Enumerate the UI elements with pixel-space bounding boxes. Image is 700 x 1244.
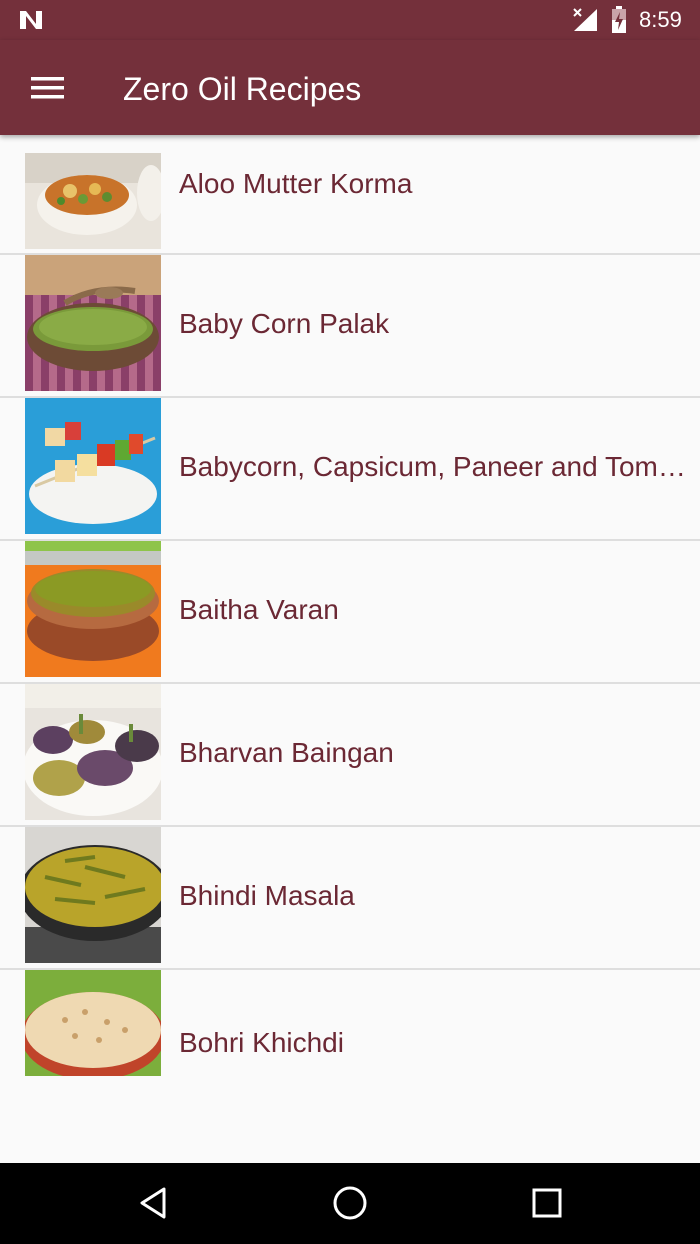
home-icon bbox=[333, 1186, 367, 1220]
recipe-list-item[interactable]: Baitha Varan bbox=[0, 541, 700, 684]
recipe-list-item[interactable]: Bohri Khichdi bbox=[0, 970, 700, 1090]
recipe-thumbnail bbox=[25, 684, 161, 820]
recipe-name: Aloo Mutter Korma bbox=[179, 168, 413, 199]
system-nav-bar bbox=[0, 1163, 700, 1244]
recents-button[interactable] bbox=[527, 1183, 567, 1223]
status-bar: 8:59 bbox=[0, 0, 700, 40]
back-icon bbox=[140, 1187, 166, 1219]
app-toolbar: Zero Oil Recipes bbox=[0, 40, 700, 135]
recipe-thumbnail bbox=[25, 255, 161, 391]
recipe-list-item[interactable]: Bharvan Baingan bbox=[0, 684, 700, 827]
recipe-name: Baby Corn Palak bbox=[179, 308, 390, 339]
recipe-list-item[interactable]: Aloo Mutter Korma bbox=[0, 135, 700, 255]
status-time: 8:59 bbox=[639, 7, 682, 32]
recipe-list[interactable]: Aloo Mutter Korma Baby Corn Palak Babyco… bbox=[0, 135, 700, 1090]
n-notification-icon bbox=[20, 11, 42, 29]
recipe-thumbnail bbox=[25, 827, 161, 963]
recipe-name: Bharvan Baingan bbox=[179, 737, 394, 768]
recipe-name: Babycorn, Capsicum, Paneer and Tomato Ke… bbox=[179, 451, 694, 482]
recipe-thumbnail bbox=[25, 970, 161, 1076]
recipe-thumbnail bbox=[25, 398, 161, 534]
back-button[interactable] bbox=[134, 1183, 174, 1223]
recipe-list-item[interactable]: Babycorn, Capsicum, Paneer and Tomato Ke… bbox=[0, 398, 700, 541]
recents-icon bbox=[532, 1188, 562, 1218]
signal-no-data-icon bbox=[573, 8, 597, 31]
recipe-name: Bohri Khichdi bbox=[179, 1027, 344, 1058]
recipe-list-item[interactable]: Bhindi Masala bbox=[0, 827, 700, 970]
recipe-name: Baitha Varan bbox=[179, 594, 339, 625]
recipe-thumbnail bbox=[25, 153, 161, 249]
home-button[interactable] bbox=[330, 1183, 370, 1223]
battery-icon bbox=[612, 6, 626, 33]
app-title: Zero Oil Recipes bbox=[123, 71, 362, 107]
recipe-thumbnail bbox=[25, 541, 161, 677]
recipe-list-item[interactable]: Baby Corn Palak bbox=[0, 255, 700, 398]
menu-button[interactable] bbox=[22, 67, 72, 111]
recipe-name: Bhindi Masala bbox=[179, 880, 355, 911]
hamburger-menu-icon bbox=[31, 77, 64, 99]
